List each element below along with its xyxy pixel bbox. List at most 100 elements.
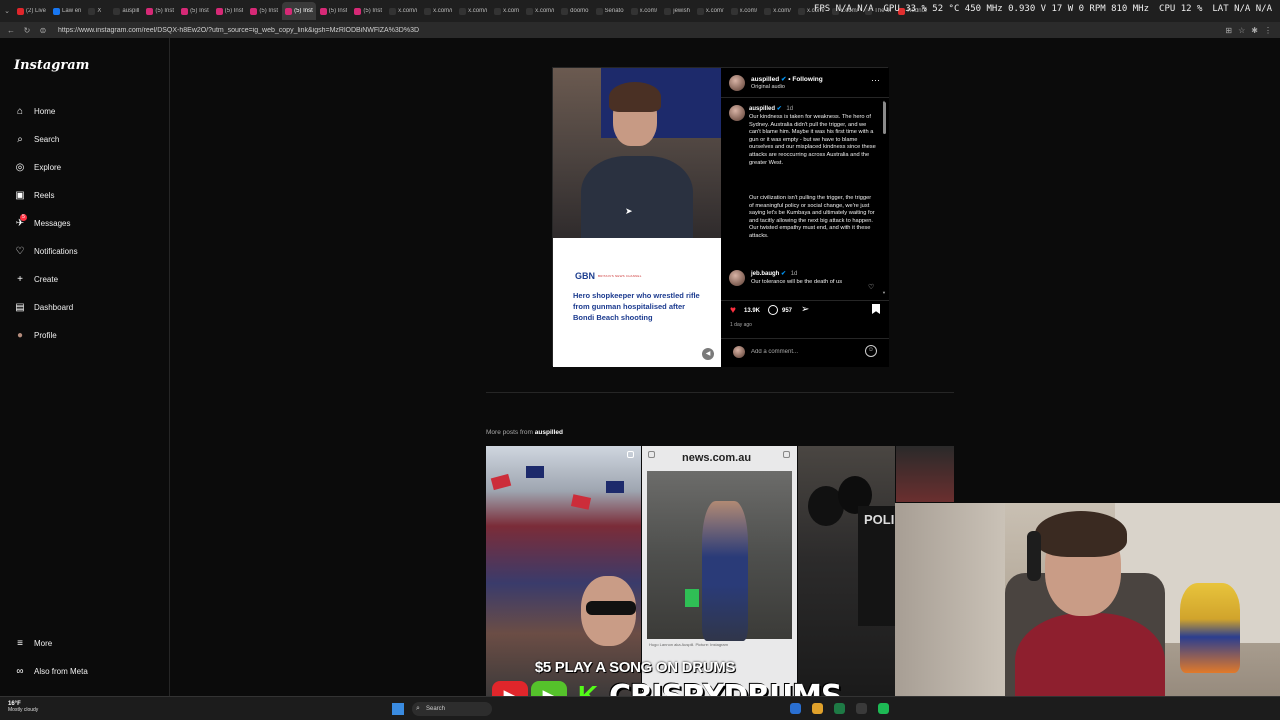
toolbar-icons: ⊞ ☆ ✱ ⋮ xyxy=(1225,26,1272,35)
scroll-down-arrow-icon[interactable]: ▼ xyxy=(882,290,886,295)
tab-label: x.com/i xyxy=(398,8,418,14)
weather-widget[interactable]: 16°F Mostly cloudy xyxy=(8,701,38,713)
caption-author-avatar[interactable] xyxy=(729,105,745,121)
post-thumbnail-partial[interactable] xyxy=(896,446,954,502)
share-paper-plane-icon[interactable]: ➢ xyxy=(801,304,809,315)
dashboard-icon: ▤ xyxy=(15,301,25,313)
sidebar-item-create[interactable]: + Create xyxy=(14,272,58,286)
like-count[interactable]: 13.9K xyxy=(744,308,760,314)
browser-tab[interactable]: x.com/i xyxy=(523,2,557,20)
meta-icon: ∞ xyxy=(16,665,24,677)
comments-scrollbar[interactable] xyxy=(883,102,886,134)
taskbar-search-label: Search xyxy=(426,706,446,712)
more-options-icon[interactable]: ··· xyxy=(871,75,880,85)
taskbar-app-icon[interactable] xyxy=(834,703,845,714)
add-comment-input[interactable] xyxy=(751,345,861,359)
sidebar-item-label: Create xyxy=(34,274,59,284)
more-posts-label: More posts from xyxy=(486,429,533,436)
browser-tab[interactable]: doomo xyxy=(558,2,591,20)
messages-badge: 5 xyxy=(20,214,27,221)
commenter-username[interactable]: jeb.baugh xyxy=(751,271,779,277)
extensions-icon[interactable]: ✱ xyxy=(1251,26,1258,35)
browser-tab[interactable]: (5) Inst xyxy=(351,2,385,20)
browser-tab[interactable]: (5) Inst xyxy=(247,2,281,20)
browser-tab[interactable]: (5) Inst xyxy=(213,2,247,20)
bookmark-star-icon[interactable]: ☆ xyxy=(1238,26,1245,35)
taskbar-app-icon[interactable] xyxy=(790,703,801,714)
tab-label: jewish xyxy=(673,8,690,14)
mute-toggle-icon[interactable]: ◀ xyxy=(702,348,714,360)
instagram-logo[interactable]: Instagram xyxy=(14,58,89,73)
sidebar-item-also-from-meta[interactable]: ∞ Also from Meta xyxy=(14,664,87,678)
reel-media[interactable]: ➤ GBN BRITAIN'S NEWS CHANNEL Hero shopke… xyxy=(553,68,721,367)
browser-tab[interactable]: (5) Inst xyxy=(282,2,316,20)
save-bookmark-icon[interactable] xyxy=(872,304,880,314)
browser-tab[interactable]: x.com/i xyxy=(421,2,455,20)
taskbar-app-icon[interactable] xyxy=(878,703,889,714)
browser-tab[interactable]: x.com/ xyxy=(628,2,661,20)
tab-favicon-icon xyxy=(53,7,61,15)
browser-tab[interactable]: x.com xyxy=(491,2,522,20)
windows-start-icon[interactable] xyxy=(392,703,404,715)
comment-count: 957 xyxy=(782,308,793,314)
more-posts-username[interactable]: auspilled xyxy=(535,429,563,436)
original-audio-link[interactable]: Original audio xyxy=(751,84,785,90)
sidebar-item-more[interactable]: ≡ More xyxy=(14,636,52,650)
browser-tab[interactable]: (5) Inst xyxy=(317,2,351,20)
news-photo-man xyxy=(702,501,748,641)
sidebar-item-search[interactable]: ⌕ Search xyxy=(14,132,59,146)
sidebar-item-notifications[interactable]: ♡ Notifications xyxy=(14,244,78,258)
taskbar-app-icon[interactable] xyxy=(812,703,823,714)
emoji-picker-icon[interactable]: ☺ xyxy=(865,345,877,357)
browser-tab[interactable]: (5) Inst xyxy=(178,2,212,20)
browser-tab[interactable]: x.com/ xyxy=(728,2,761,20)
caption-paragraph-1: Our kindness is taken for weakness. The … xyxy=(749,114,876,166)
browser-tab[interactable]: x.com/i xyxy=(456,2,490,20)
tab-label: (5) Inst xyxy=(363,8,383,14)
sidebar-item-messages[interactable]: ✈ 5 Messages xyxy=(14,214,71,230)
back-icon[interactable]: ← xyxy=(6,26,16,35)
following-button[interactable]: Following xyxy=(792,76,822,83)
browser-tab[interactable]: (5) Inst xyxy=(143,2,177,20)
caption-username[interactable]: auspilled xyxy=(749,106,775,112)
reel-indicator-icon xyxy=(627,451,634,458)
tab-search-button[interactable]: ⌄ xyxy=(0,7,14,15)
sidebar-item-explore[interactable]: ◎ Explore xyxy=(14,160,62,174)
install-icon[interactable]: ⊞ xyxy=(1225,26,1232,35)
sidebar-item-reels[interactable]: ▣ Reels xyxy=(14,188,54,202)
browser-tab[interactable]: Law en xyxy=(50,2,84,20)
browser-tab[interactable]: auspill xyxy=(110,2,142,20)
post-header-user: auspilled ✔ • Following xyxy=(751,75,823,83)
like-heart-icon[interactable]: ♥ xyxy=(730,305,736,316)
post-timestamp[interactable]: 1 day ago xyxy=(730,322,752,328)
taskbar-app-icon[interactable] xyxy=(856,703,867,714)
comment-like-heart-icon[interactable]: ♡ xyxy=(868,283,874,291)
url-field[interactable]: https://www.instagram.com/reel/DSQX-h8Ew… xyxy=(58,27,1225,34)
reload-icon[interactable]: ↻ xyxy=(22,26,32,35)
flag-shape xyxy=(606,481,624,493)
browser-tab[interactable]: Senato xyxy=(593,2,627,20)
site-info-icon[interactable]: ⊜ xyxy=(38,26,48,35)
sidebar-item-profile[interactable]: ● Profile xyxy=(14,328,57,342)
browser-tab[interactable]: x.com/ xyxy=(694,2,727,20)
browser-tab[interactable]: x.com/i xyxy=(386,2,420,20)
tab-favicon-icon xyxy=(88,7,96,15)
post-thumbnail-police[interactable]: POLI xyxy=(798,446,895,696)
comment-bubble-icon[interactable] xyxy=(768,305,778,315)
browser-tab[interactable]: X xyxy=(85,2,109,20)
browser-tab[interactable]: x.com/ xyxy=(761,2,794,20)
author-username[interactable]: auspilled xyxy=(751,76,779,83)
sidebar-item-dashboard[interactable]: ▤ Dashboard xyxy=(14,300,73,314)
verified-icon: ✔ xyxy=(781,271,787,277)
overlay-stat: CPU 12 % xyxy=(1159,4,1203,14)
taskbar-search[interactable]: ⌕ Search xyxy=(412,702,492,716)
sidebar-item-home[interactable]: ⌂ Home xyxy=(14,104,55,118)
commenter-avatar[interactable] xyxy=(729,270,745,286)
browser-tab[interactable]: jewish xyxy=(661,2,693,20)
browser-tab[interactable]: (2) Live xyxy=(14,2,49,20)
reel-video-frame[interactable]: ➤ xyxy=(553,68,721,238)
author-avatar[interactable] xyxy=(729,75,745,91)
sidebar-item-label: Messages xyxy=(34,218,71,228)
overlay-stat: FPS N/A N/A xyxy=(813,4,874,14)
menu-dots-icon[interactable]: ⋮ xyxy=(1264,26,1272,35)
